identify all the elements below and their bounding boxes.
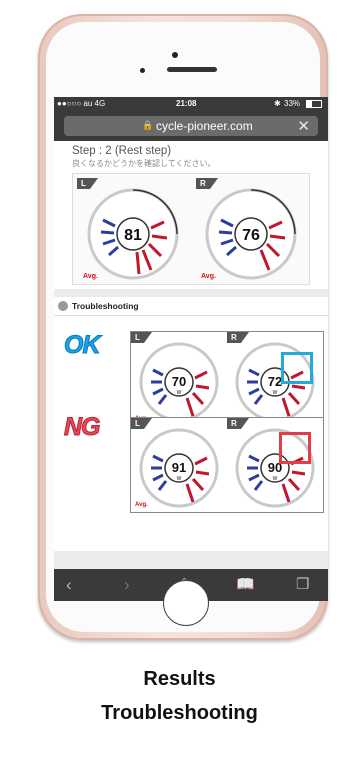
step-subtitle: 良くなるかどうかを確認してください。 [72,159,216,168]
caption-line-1: Results [143,668,216,690]
ng-gauge-panel: L R 91 W Avg. 90 W [130,417,324,513]
ng-left-value: 91 [172,460,186,475]
right-power-gauge: 76 Avg. [201,188,297,280]
earpiece-speaker [167,67,217,72]
ok-gauge-panel: L R 70 W Avg. 72 W [130,331,324,427]
bluetooth-icon: ✱ [274,99,281,108]
status-bar: ●●○○○ au 4G 21:08 ✱ 33% [54,97,328,111]
left-power-gauge: 81 Avg. [83,188,179,280]
ng-left-gauge: 91 W Avg. [135,428,219,508]
back-icon[interactable]: ‹ [66,575,72,595]
avg-label: Avg. [135,502,148,508]
front-camera [172,52,178,58]
battery-percent: 33% [284,99,301,108]
step-label: Step : 2 (Rest step) [72,145,172,157]
forward-icon[interactable]: › [124,575,130,595]
unit-label: W [273,390,278,396]
proximity-sensor [140,68,145,73]
battery-icon [306,100,322,108]
gauge-value-right: 76 [242,227,260,244]
unit-label: W [177,476,182,482]
phone-screen: ●●○○○ au 4G 21:08 ✱ 33% 🔒 cycle-pioneer.… [54,97,328,601]
clock: 21:08 [176,99,197,108]
avg-label: Avg. [201,273,216,280]
url-text: cycle-pioneer.com [156,119,253,133]
gauge-value-left: 81 [124,227,142,244]
avg-label: Avg. [83,273,98,280]
tabs-icon[interactable]: ❐ [296,575,309,593]
ok-left-gauge: 70 W Avg. [135,342,219,422]
url-field[interactable]: 🔒 cycle-pioneer.com ✕ [64,116,318,136]
lock-icon: 🔒 [142,120,154,130]
home-button[interactable] [163,580,209,626]
heading-divider [54,315,328,316]
address-bar: 🔒 cycle-pioneer.com ✕ [54,111,328,141]
ng-highlight-box [279,432,311,464]
minus-circle-icon[interactable] [58,301,68,311]
unit-label: W [273,476,278,482]
troubleshooting-heading: Troubleshooting [72,301,139,311]
footer-divider [54,551,328,569]
page-content: Step : 2 (Rest step) 良くなるかどうかを確認してください。 … [54,141,328,569]
caption-line-2: Troubleshooting [101,702,258,724]
unit-label: W [177,390,182,396]
ok-label: OK [64,331,101,360]
ok-left-value: 70 [172,374,186,389]
top-gauge-panel: L R 81 Avg. 76 Avg. [72,173,310,285]
ok-highlight-box [281,352,313,384]
close-icon[interactable]: ✕ [297,117,310,135]
ng-label: NG [64,413,101,442]
bookmarks-icon[interactable]: 📖 [236,575,255,593]
section-divider [54,289,328,297]
carrier-label: ●●○○○ au 4G [57,99,106,108]
